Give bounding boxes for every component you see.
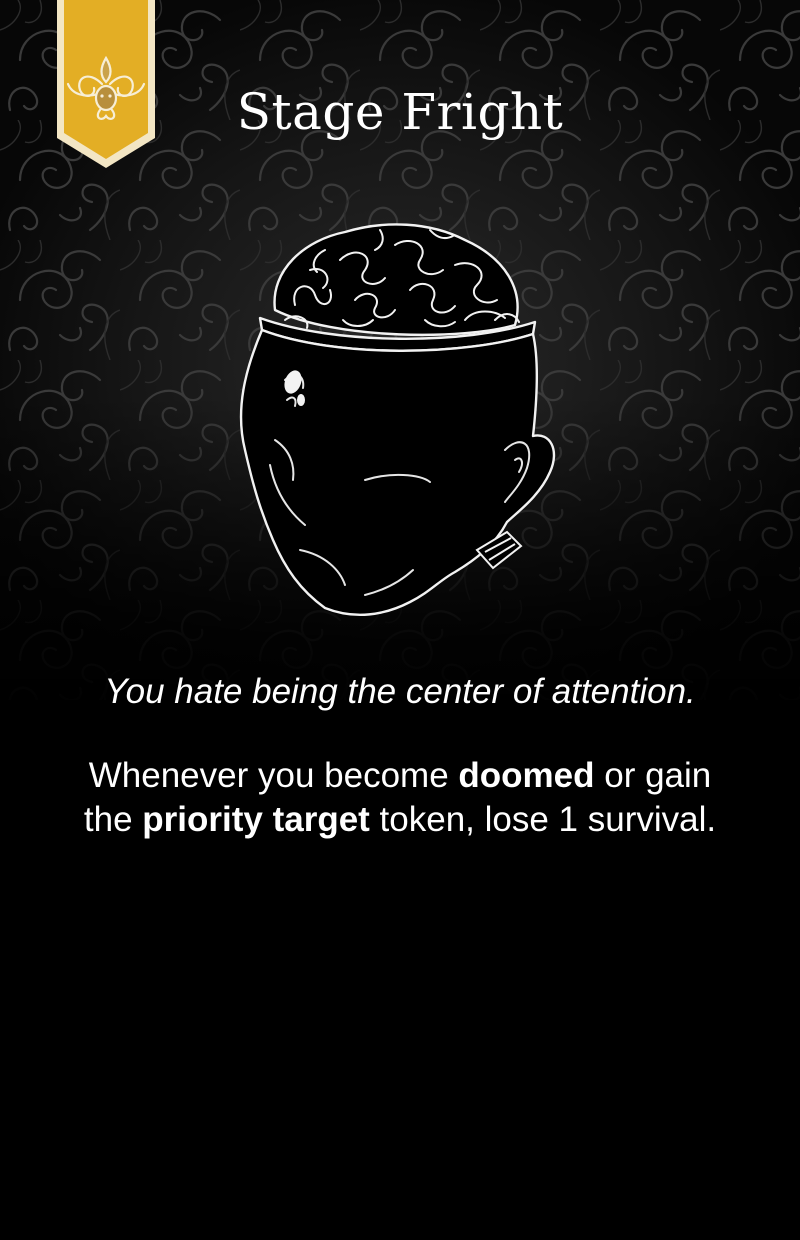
open-skull-brain-head-icon [239,223,556,617]
card: Stage Fright You hate being the center o… [0,0,800,1240]
rules-text-part1: Whenever you become [88,756,459,795]
keyword-priority-target: priority target [142,800,370,839]
keyword-doomed: doomed [458,756,595,795]
rules-text-part3: token, lose 1 survival. [369,800,717,839]
rules-text: Whenever you become doomed or gain the p… [60,754,740,842]
card-title: Stage Fright [236,83,564,141]
flavor-text: You hate being the center of attention. [104,672,696,711]
